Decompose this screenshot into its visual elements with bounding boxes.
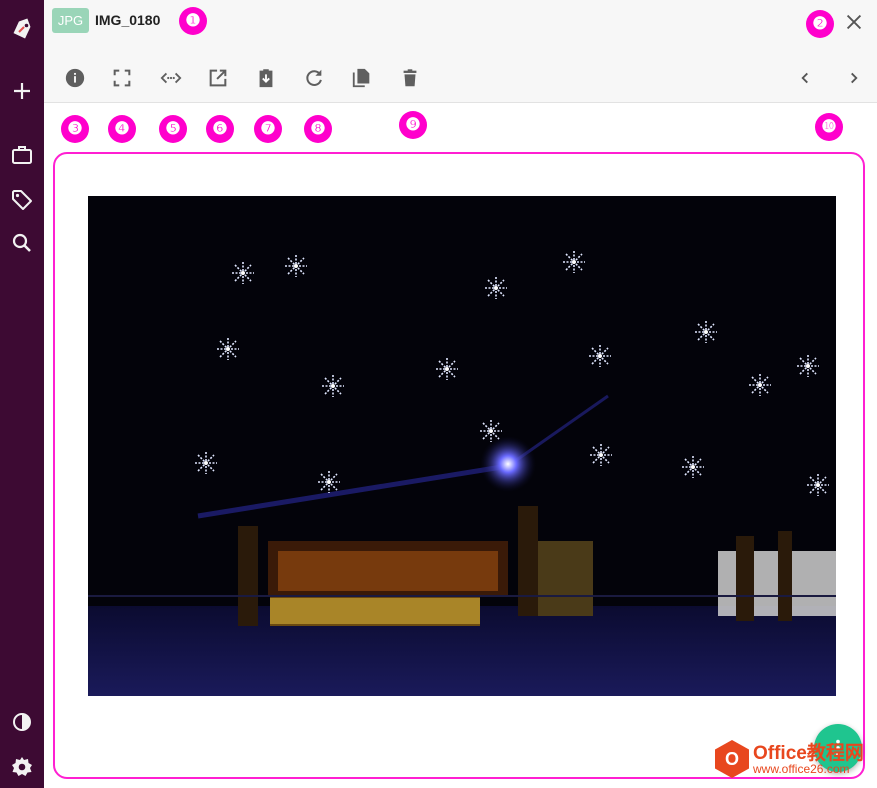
download-button[interactable]	[252, 64, 280, 92]
logo-tag-icon[interactable]	[7, 15, 37, 45]
open-external-button[interactable]	[204, 64, 232, 92]
callout-8: ❽	[304, 115, 332, 143]
watermark: O Office教程网 www.office26.com	[715, 740, 864, 778]
rotate-icon	[306, 69, 322, 86]
contrast-icon[interactable]	[7, 707, 37, 737]
delete-button[interactable]	[396, 64, 424, 92]
delete-icon	[403, 69, 417, 87]
file-type-badge: JPG	[52, 8, 89, 33]
info-button[interactable]	[61, 64, 89, 92]
callout-2: ❷	[806, 10, 834, 38]
night-lights-photo	[88, 196, 836, 696]
copy-button[interactable]	[348, 64, 376, 92]
callout-7: ❼	[254, 115, 282, 143]
copy-icon	[352, 68, 370, 88]
office-logo-icon: O	[715, 740, 749, 778]
next-icon	[851, 72, 858, 84]
sidebar	[0, 0, 44, 788]
close-button[interactable]	[842, 10, 866, 34]
open-external-icon	[209, 69, 227, 87]
close-icon	[846, 14, 862, 30]
next-button[interactable]	[840, 64, 868, 92]
callout-4: ❹	[108, 115, 136, 143]
add-icon[interactable]	[7, 76, 37, 106]
download-icon	[259, 69, 273, 88]
briefcase-icon[interactable]	[7, 140, 37, 170]
search-icon[interactable]	[7, 228, 37, 258]
watermark-url: www.office26.com	[753, 761, 850, 776]
embed-code-button[interactable]	[157, 64, 185, 92]
fullscreen-button[interactable]	[108, 64, 136, 92]
callout-5: ❺	[159, 115, 187, 143]
fullscreen-icon	[113, 69, 131, 87]
tag-icon[interactable]	[7, 185, 37, 215]
callout-6: ❻	[206, 115, 234, 143]
info-icon	[65, 68, 85, 88]
viewer-header: JPG IMG_0180	[44, 0, 877, 103]
embed-code-icon	[160, 72, 182, 84]
callout-3: ❸	[61, 115, 89, 143]
file-name-title: IMG_0180	[95, 12, 161, 28]
callout-1: ❶	[179, 7, 207, 35]
previous-icon	[801, 72, 808, 84]
settings-icon[interactable]	[7, 752, 37, 782]
watermark-name: Office教程网	[753, 742, 864, 764]
callout-9: ❾	[399, 111, 427, 139]
image-preview	[88, 196, 836, 696]
previous-button[interactable]	[791, 64, 819, 92]
callout-10: ❿	[815, 113, 843, 141]
rotate-button[interactable]	[300, 64, 328, 92]
